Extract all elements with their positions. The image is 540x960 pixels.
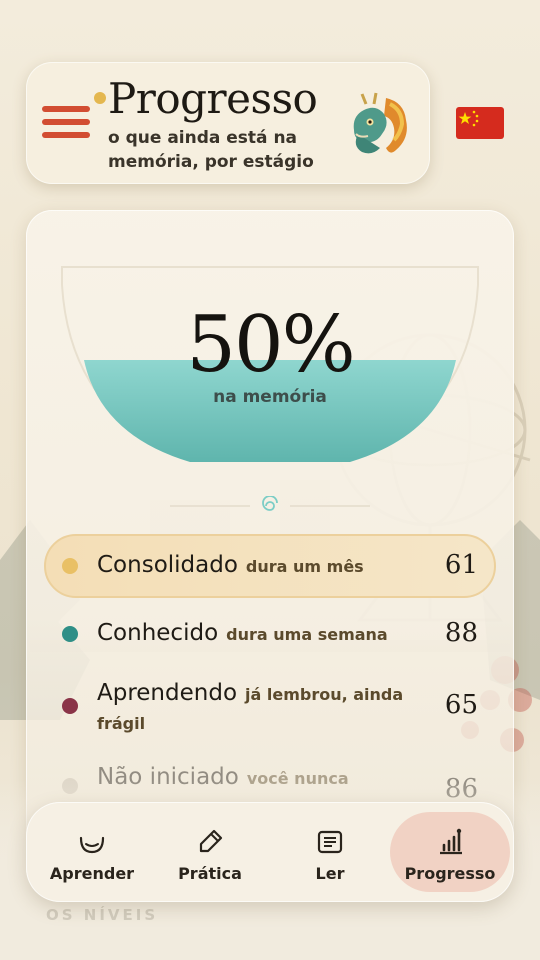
section-hint: OS NÍVEIS (46, 906, 159, 924)
stage-count: 88 (444, 618, 478, 648)
stage-count: 61 (444, 550, 478, 580)
nav-progresso[interactable]: Progresso (390, 812, 510, 892)
nav-label: Prática (178, 864, 242, 883)
brush-icon (199, 829, 223, 853)
dragon-icon (353, 92, 407, 154)
page-title: Progresso (108, 74, 318, 123)
stage-row-aprendendo[interactable]: Aprendendo já lembrou, ainda frágil 65 (44, 676, 496, 746)
nav-label: Aprender (49, 864, 135, 883)
nav-ler[interactable]: Ler (270, 812, 390, 892)
nav-label: Progresso (404, 864, 496, 883)
stage-desc-continued: frágil (97, 714, 146, 733)
menu-bar (42, 132, 90, 138)
stage-dot (62, 626, 78, 642)
stage-row-conhecido[interactable]: Conhecido dura uma semana 88 (44, 602, 496, 666)
stage-name: Conhecido dura uma semana (97, 620, 388, 646)
bottom-nav: Aprender Prática Ler Progresso (26, 802, 514, 902)
stage-desc: dura um mês (245, 557, 364, 576)
memory-label: na memória (213, 387, 327, 407)
memory-percent: 50% (186, 300, 355, 390)
stage-dot (62, 558, 78, 574)
bar-chart-icon (440, 828, 462, 855)
stage-row-consolidado[interactable]: Consolidado dura um mês 61 (44, 534, 496, 598)
stage-name: Aprendendo já lembrou, ainda (97, 680, 404, 706)
stage-dot (62, 698, 78, 714)
notification-dot (94, 92, 106, 104)
nav-label: Ler (315, 864, 345, 883)
bowl-icon (79, 836, 105, 854)
page-subtitle: o que ainda está na memória, por estágio (108, 128, 314, 172)
hamburger-menu-icon (42, 106, 90, 112)
spiral-divider-icon (170, 496, 370, 511)
menu-button[interactable] (42, 92, 106, 140)
stage-desc: dura uma semana (226, 625, 388, 644)
china-flag-icon[interactable] (456, 107, 504, 139)
nav-pratica[interactable]: Prática (150, 812, 270, 892)
menu-bar (42, 119, 90, 125)
stage-name: Consolidado dura um mês (97, 552, 364, 578)
book-icon (317, 830, 343, 854)
nav-aprender[interactable]: Aprender (32, 812, 152, 892)
stage-count: 65 (444, 690, 478, 720)
stage-desc: já lembrou, ainda (245, 685, 404, 704)
